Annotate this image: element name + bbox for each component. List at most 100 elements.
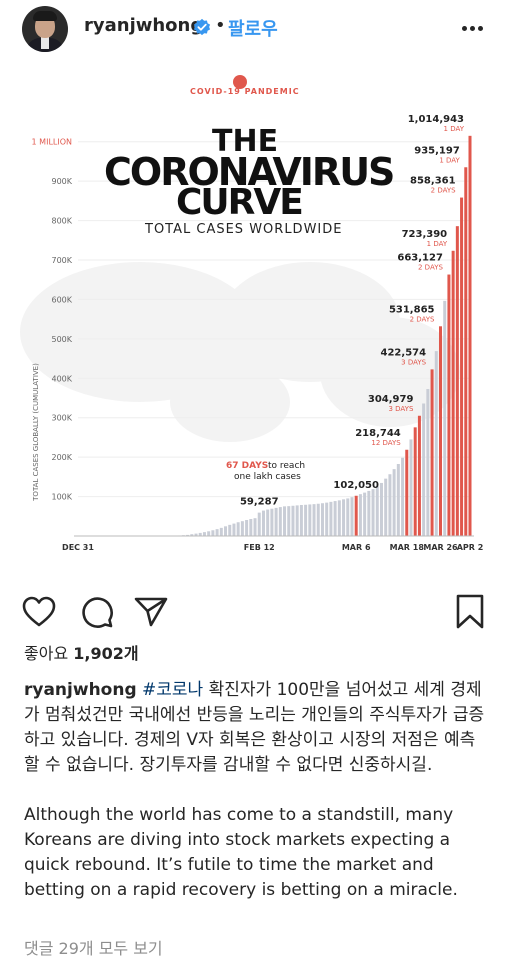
chart-bar [447,274,451,536]
chart-bar [266,509,270,536]
paper-plane-icon[interactable] [134,596,168,628]
separator-dot: • [215,15,226,36]
chart-bar [278,507,282,536]
y-tick-label: 900K [51,177,72,186]
chart-bar [219,527,223,536]
chart-bar [426,389,430,536]
chart-title-line-3: CURVE [176,182,304,223]
data-label-note: 1 DAY [427,240,448,248]
chart-bar [295,505,299,536]
chart-bar [346,498,350,536]
data-label-note: 3 DAYS [401,358,426,366]
y-tick-label: 700K [51,256,72,265]
chart-bar [299,504,303,536]
chart-bar [274,507,278,536]
chart-bar [261,510,265,536]
hashtag-link[interactable]: #코로나 [142,680,203,700]
chart-bar [211,530,215,536]
chart-bar [417,415,421,536]
chart-bar [451,250,455,537]
y-tick-label: 400K [51,374,72,383]
x-tick-label: MAR 18 [390,543,425,552]
data-label: 422,574 [381,347,427,358]
y-tick-label: 200K [51,453,72,462]
y-tick-label: 600K [51,295,72,304]
chart-bar [249,519,253,536]
caption-username[interactable]: ryanjwhong [24,680,137,700]
chart-bar [270,508,274,536]
chart-bar [388,474,392,536]
more-horizontal-icon[interactable] [462,26,484,32]
verified-badge-icon [193,18,211,36]
x-tick-label: FEB 12 [244,543,275,552]
data-label-note: 1 DAY [439,156,460,164]
y-tick-label: 500K [51,335,72,344]
avatar[interactable] [22,6,68,52]
world-map-shape [170,362,290,442]
chart-bar [350,497,354,536]
y-tick-label: 1 MILLION [32,138,72,147]
bookmark-icon[interactable] [455,594,485,630]
chart-bar [312,504,316,536]
chart-bar [434,351,438,536]
chart-bar [455,226,459,536]
callout-text: to reach [268,461,305,471]
view-all-comments-link[interactable]: 댓글 29개 모두 보기 [24,935,163,959]
follow-button[interactable]: 팔로우 [228,15,278,41]
chart-bar [245,520,249,536]
chart-bar [236,522,240,536]
chart-bar [253,518,257,536]
data-label: 304,979 [368,394,414,405]
caption-korean-paragraph: ryanjwhong #코로나 확진자가 100만을 넘어섰고 세계 경제가 멈… [24,678,486,778]
chart-bar [333,501,337,536]
data-label-note: 12 DAYS [371,439,401,447]
y-tick-label: 100K [51,493,72,502]
caption-english-paragraph: Although the world has come to a standst… [24,805,458,900]
data-label: 935,197 [414,145,460,156]
comment-bubble-icon[interactable] [80,595,114,629]
data-label: 59,287 [240,497,279,508]
likes-count[interactable]: 좋아요 1,902개 [24,640,139,664]
chart-bar [409,439,413,536]
chart-bar [363,492,367,536]
chart-bar [392,469,396,536]
chart-bar [379,482,383,536]
data-label: 723,390 [402,229,448,240]
chart-bar [396,464,400,536]
post-image[interactable]: 100K 200K 300K 400K 500K 600K 700K 800K 900K 1 MI… [0,72,506,578]
x-tick-label: MAR 6 [342,543,371,552]
chart-bar [468,135,472,536]
chart-bar [464,167,468,536]
chart-bar [316,503,320,536]
chart-bar [283,506,287,536]
chart-badge: COVID-19 PANDEMIC [190,87,300,96]
y-axis-label: TOTAL CASES GLOBALLY (CUMULATIVE) [32,363,40,502]
data-label: 663,127 [397,253,443,264]
post-header: ryanjwhong • 팔로우 [0,0,506,60]
chart-bar [384,478,388,536]
chart-bar [405,449,409,536]
data-label-note: 2 DAYS [431,187,456,195]
chart-bar [320,503,324,536]
chart-bar [232,523,236,536]
data-label: 531,865 [389,304,435,315]
heart-icon[interactable] [22,596,56,628]
data-label: 858,361 [410,176,456,187]
data-label-note: 2 DAYS [418,264,443,272]
chart-bar [367,490,371,536]
x-tick-label: MAR 26 [423,543,458,552]
chart-bar [371,489,375,536]
chart-bar [325,502,329,536]
chart-bar [287,506,291,536]
data-label-note: 1 DAY [444,125,465,133]
x-tick-label: APR 2 [457,543,484,552]
y-tick-label: 800K [51,217,72,226]
action-bar [0,588,506,636]
x-tick-label: DEC 31 [62,543,94,552]
chart-bar [304,504,308,536]
chart-bar [308,504,312,536]
username[interactable]: ryanjwhong [84,15,203,36]
data-label-note: 2 DAYS [410,315,435,323]
data-label: 218,744 [355,428,401,439]
chart-bar [413,427,417,536]
